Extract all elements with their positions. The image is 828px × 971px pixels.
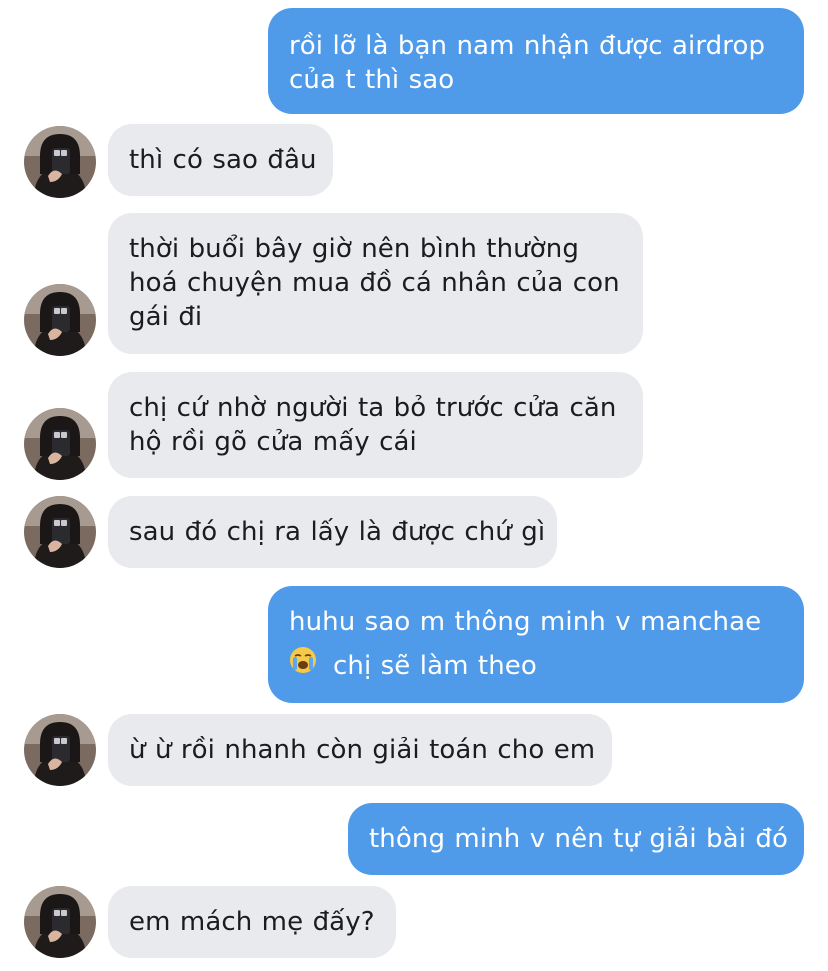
contact-avatar[interactable] xyxy=(24,408,96,480)
message-text-line: hộ rồi gõ cửa mấy cái xyxy=(129,427,417,457)
message-text-line: thì có sao đâu xyxy=(129,145,317,175)
avatar-photo-icon xyxy=(24,126,96,198)
message-text-line: thông minh v nên tự giải bài đó xyxy=(369,824,788,854)
incoming-message-bubble[interactable]: sau đó chị ra lấy là được chứ gì xyxy=(108,496,557,568)
outgoing-message-bubble[interactable]: rồi lỡ là bạn nam nhận được airdrop của … xyxy=(268,8,804,114)
avatar-photo-icon xyxy=(24,496,96,568)
contact-avatar[interactable] xyxy=(24,126,96,198)
message-text-line: thời buổi bây giờ nên bình thường xyxy=(129,234,579,264)
message-text-line: ừ ừ rồi nhanh còn giải toán cho em xyxy=(129,735,596,765)
loudly-crying-face-icon xyxy=(289,646,317,683)
incoming-message-bubble[interactable]: thời buổi bây giờ nên bình thường hoá ch… xyxy=(108,213,643,354)
incoming-message-bubble[interactable]: chị cứ nhờ người ta bỏ trước cửa căn hộ … xyxy=(108,372,643,478)
outgoing-message-bubble[interactable]: huhu sao m thông minh v manchae chị sẽ l… xyxy=(268,586,804,703)
message-text-line: chị sẽ làm theo xyxy=(333,651,537,681)
message-text-line: rồi lỡ là bạn nam nhận được airdrop xyxy=(289,31,766,61)
message-text-line: em mách mẹ đấy? xyxy=(129,907,375,937)
avatar-photo-icon xyxy=(24,886,96,958)
message-emoji-line: chị sẽ làm theo xyxy=(289,646,804,683)
message-text-line: sau đó chị ra lấy là được chứ gì xyxy=(129,517,546,547)
message-text-line: của t thì sao xyxy=(289,65,455,95)
outgoing-message-bubble[interactable]: thông minh v nên tự giải bài đó xyxy=(348,803,804,875)
incoming-message-bubble[interactable]: ừ ừ rồi nhanh còn giải toán cho em xyxy=(108,714,612,786)
message-text-line: huhu sao m thông minh v manchae xyxy=(289,607,762,637)
avatar-photo-icon xyxy=(24,714,96,786)
contact-avatar[interactable] xyxy=(24,284,96,356)
contact-avatar[interactable] xyxy=(24,714,96,786)
incoming-message-bubble[interactable]: em mách mẹ đấy? xyxy=(108,886,396,958)
avatar-photo-icon xyxy=(24,284,96,356)
message-text-line: hoá chuyện mua đồ cá nhân của con xyxy=(129,268,620,298)
contact-avatar[interactable] xyxy=(24,496,96,568)
contact-avatar[interactable] xyxy=(24,886,96,958)
message-text-line: gái đi xyxy=(129,302,203,332)
avatar-photo-icon xyxy=(24,408,96,480)
message-text-line: chị cứ nhờ người ta bỏ trước cửa căn xyxy=(129,393,617,423)
incoming-message-bubble[interactable]: thì có sao đâu xyxy=(108,124,333,196)
